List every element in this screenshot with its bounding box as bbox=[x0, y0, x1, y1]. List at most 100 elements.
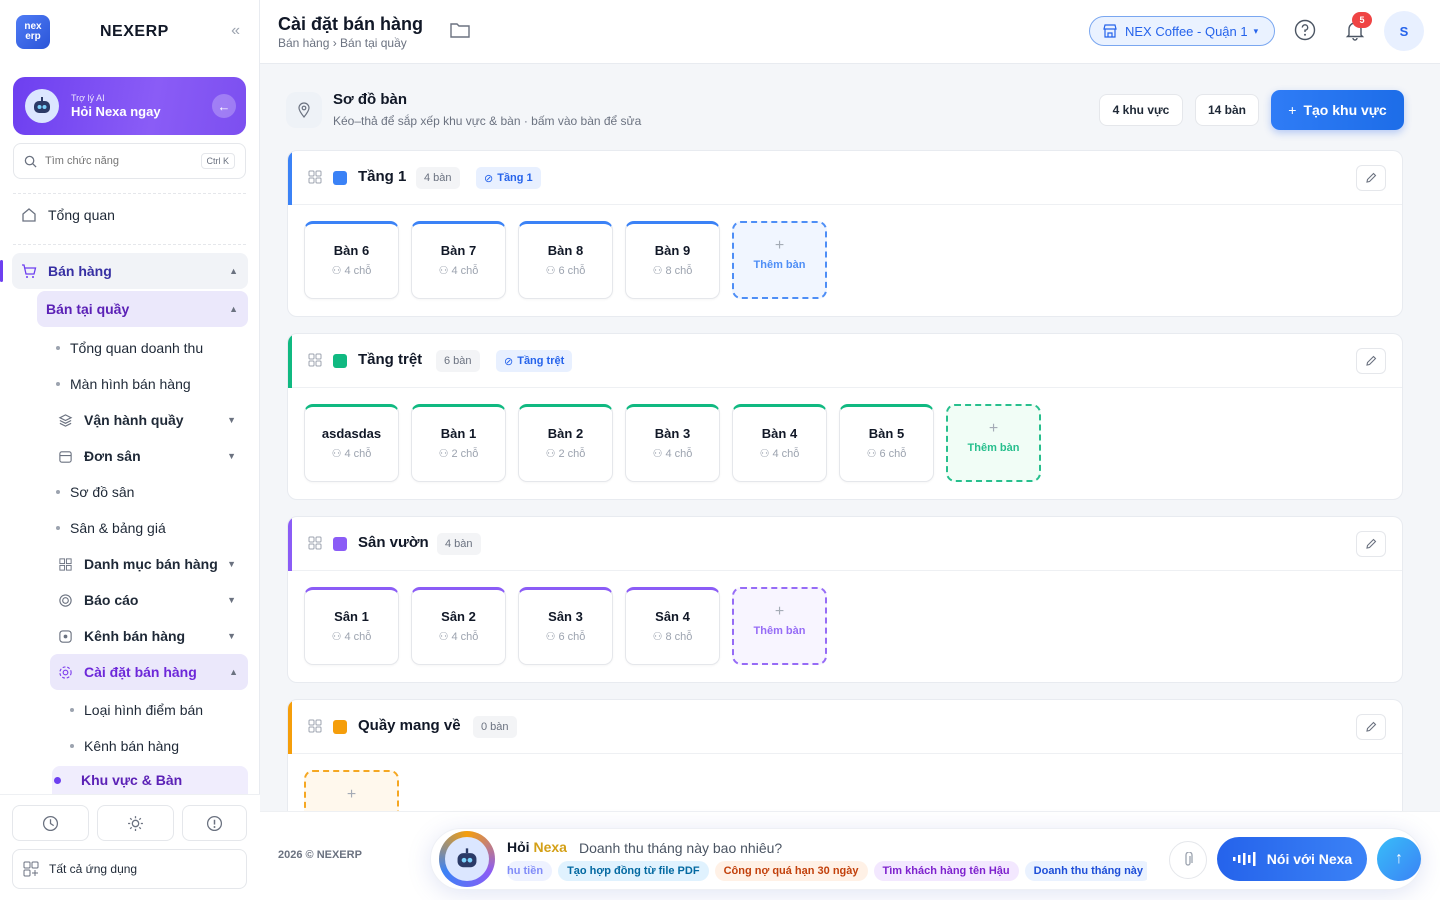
ai-assistant-card[interactable]: Trợ lý AI Hỏi Nexa ngay ← bbox=[13, 77, 246, 135]
zone-header: Tầng trệt 6 bàn ⊘ Tầng trệt bbox=[288, 334, 1402, 388]
suggestion-chips: hu tiền Tạo hợp đồng từ file PDF Công nợ q… bbox=[507, 861, 1147, 881]
people-icon: ⚇ bbox=[438, 448, 452, 460]
sidebar-item-sales-channels[interactable]: Kênh bán hàng bbox=[70, 728, 246, 764]
search-input[interactable] bbox=[45, 155, 195, 167]
sidebar-item-catalog[interactable]: Danh mục bán hàng ▼ bbox=[56, 546, 246, 582]
people-icon: ⚇ bbox=[545, 265, 559, 277]
edit-zone-button[interactable] bbox=[1356, 165, 1386, 191]
sidebar-item-pos[interactable]: Bán tại quầy ▲ bbox=[37, 291, 248, 327]
suggestion-chip[interactable]: hu tiền bbox=[507, 861, 553, 881]
theme-button[interactable] bbox=[97, 805, 174, 841]
table-name: Bàn 5 bbox=[868, 426, 905, 441]
history-button[interactable] bbox=[12, 805, 89, 841]
folder-icon[interactable] bbox=[450, 21, 470, 44]
sidebar-item-court-prices[interactable]: Sân & bảng giá bbox=[56, 510, 246, 546]
sidebar-item-sales-screen[interactable]: Màn hình bán hàng bbox=[56, 366, 246, 402]
zone-card[interactable]: Sân vườn 4 bàn Sân 1 ⚇ 4 chỗ Sân 2 ⚇ 4 chỗ Sân… bbox=[287, 516, 1403, 683]
sidebar-item-court-orders[interactable]: Đơn sân ▼ bbox=[56, 438, 246, 474]
sidebar-item-sales-settings[interactable]: Cài đặt bán hàng ▲ bbox=[50, 654, 248, 690]
nexa-question[interactable]: Doanh thu tháng này bao nhiêu? bbox=[579, 840, 782, 856]
page-title: Cài đặt bán hàng bbox=[278, 14, 424, 34]
table-name: Sân 2 bbox=[441, 609, 476, 624]
zone-color-swatch[interactable] bbox=[333, 171, 347, 185]
zone-tag: ⊘ Tầng 1 bbox=[476, 167, 541, 189]
send-button[interactable]: ↑ bbox=[1377, 837, 1421, 881]
nexa-avatar[interactable] bbox=[439, 831, 495, 887]
table-name: Bàn 8 bbox=[547, 243, 584, 258]
table-seats: ⚇ 6 chỗ bbox=[840, 447, 933, 460]
drag-handle-icon[interactable] bbox=[308, 719, 322, 738]
sidebar-item-counter-ops[interactable]: Vận hành quầy ▼ bbox=[56, 402, 246, 438]
edit-zone-button[interactable] bbox=[1356, 348, 1386, 374]
table-seats: ⚇ 4 chỗ bbox=[733, 447, 826, 460]
table-card[interactable]: Bàn 9 ⚇ 8 chỗ bbox=[625, 221, 720, 299]
add-table-button[interactable]: + Thêm bàn bbox=[732, 221, 827, 299]
copyright: 2026 © NEXERP bbox=[278, 849, 362, 861]
attach-icon[interactable] bbox=[1169, 841, 1207, 879]
collapse-sidebar-icon[interactable]: « bbox=[231, 22, 240, 40]
table-card[interactable]: Bàn 8 ⚇ 6 chỗ bbox=[518, 221, 613, 299]
zone-color-swatch[interactable] bbox=[333, 537, 347, 551]
cart-icon bbox=[20, 262, 38, 280]
create-zone-button[interactable]: + Tạo khu vực bbox=[1271, 90, 1404, 130]
zone-card[interactable]: Quầy mang về 0 bàn + bbox=[287, 699, 1403, 811]
bullet bbox=[56, 490, 60, 494]
notification-badge: 5 bbox=[1352, 12, 1372, 28]
suggestion-chip[interactable]: Công nợ quá hạn 30 ngày bbox=[714, 861, 868, 881]
add-table-button[interactable]: + bbox=[304, 770, 399, 811]
sidebar-item-court-map[interactable]: Sơ đồ sân bbox=[56, 474, 246, 510]
sidebar-item-revenue-overview[interactable]: Tổng quan doanh thu bbox=[56, 330, 246, 366]
sidebar-item-channels[interactable]: Kênh bán hàng ▼ bbox=[56, 618, 246, 654]
breadcrumb[interactable]: Bán hàng › Bán tại quầy bbox=[278, 36, 407, 50]
zone-name: Tầng trệt bbox=[358, 351, 423, 368]
zone-color-swatch[interactable] bbox=[333, 720, 347, 734]
table-card[interactable]: Sân 4 ⚇ 8 chỗ bbox=[625, 587, 720, 665]
add-table-button[interactable]: + Thêm bàn bbox=[732, 587, 827, 665]
edit-zone-button[interactable] bbox=[1356, 714, 1386, 740]
alert-button[interactable] bbox=[182, 805, 247, 841]
table-card[interactable]: Bàn 1 ⚇ 2 chỗ bbox=[411, 404, 506, 482]
suggestion-chip[interactable]: Tìm khách hàng tên Hậu bbox=[873, 861, 1019, 881]
edit-zone-button[interactable] bbox=[1356, 531, 1386, 557]
sidebar-item-areas-tables[interactable]: Khu vực & Bàn bbox=[52, 766, 248, 794]
suggestion-chip[interactable]: Doanh thu tháng này bbox=[1024, 861, 1147, 881]
sidebar-item-label: Kênh bán hàng bbox=[84, 628, 186, 644]
sidebar-item-label: Bán tại quầy bbox=[46, 301, 130, 317]
top-header: Cài đặt bán hàng Bán hàng › Bán tại quầy… bbox=[260, 0, 1440, 64]
table-card[interactable]: Bàn 5 ⚇ 6 chỗ bbox=[839, 404, 934, 482]
sidebar-item-overview[interactable]: Tổng quan bbox=[20, 197, 248, 233]
user-avatar[interactable]: S bbox=[1384, 11, 1424, 51]
drag-handle-icon[interactable] bbox=[308, 536, 322, 555]
drag-handle-icon[interactable] bbox=[308, 353, 322, 372]
table-card[interactable]: Bàn 6 ⚇ 4 chỗ bbox=[304, 221, 399, 299]
table-card[interactable]: Sân 2 ⚇ 4 chỗ bbox=[411, 587, 506, 665]
suggestion-chip[interactable]: Tạo hợp đồng từ file PDF bbox=[558, 861, 709, 881]
add-table-button[interactable]: + Thêm bàn bbox=[946, 404, 1041, 482]
sidebar-item-reports[interactable]: Báo cáo ▼ bbox=[56, 582, 246, 618]
bullet bbox=[56, 346, 60, 350]
zone-card[interactable]: Tầng 14 bàn ⊘ Tầng 1 Bàn 6 ⚇ 4 chỗ Bàn 7 ⚇ 4 c… bbox=[287, 150, 1403, 317]
talk-to-nexa-button[interactable]: Nói với Nexa bbox=[1217, 837, 1367, 881]
zone-card[interactable]: Tầng trệt 6 bàn ⊘ Tầng trệt asdasdas ⚇ 4 chỗ B… bbox=[287, 333, 1403, 500]
table-card[interactable]: Bàn 2 ⚇ 2 chỗ bbox=[518, 404, 613, 482]
arrow-left-icon[interactable]: ← bbox=[212, 94, 236, 118]
table-card[interactable]: asdasdas ⚇ 4 chỗ bbox=[304, 404, 399, 482]
table-card[interactable]: Bàn 4 ⚇ 4 chỗ bbox=[732, 404, 827, 482]
help-icon[interactable] bbox=[1294, 19, 1316, 46]
store-icon bbox=[1103, 24, 1117, 38]
table-card[interactable]: Bàn 3 ⚇ 4 chỗ bbox=[625, 404, 720, 482]
table-card[interactable]: Bàn 7 ⚇ 4 chỗ bbox=[411, 221, 506, 299]
table-seats: ⚇ 4 chỗ bbox=[412, 264, 505, 277]
all-apps-button[interactable]: Tất cả ứng dụng bbox=[12, 849, 247, 889]
zone-color-swatch[interactable] bbox=[333, 354, 347, 368]
sidebar-item-sales[interactable]: Bán hàng ▲ bbox=[12, 253, 248, 289]
drag-handle-icon[interactable] bbox=[308, 170, 322, 189]
table-card[interactable]: Sân 1 ⚇ 4 chỗ bbox=[304, 587, 399, 665]
branch-selector[interactable]: NEX Coffee - Quận 1 ▾ bbox=[1089, 16, 1275, 46]
bullet bbox=[56, 382, 60, 386]
search-icon bbox=[24, 155, 37, 168]
table-card[interactable]: Sân 3 ⚇ 6 chỗ bbox=[518, 587, 613, 665]
app-logo[interactable]: nex erp bbox=[16, 15, 50, 49]
table-seats-value: 4 chỗ bbox=[772, 448, 800, 460]
sidebar-item-store-types[interactable]: Loại hình điểm bán bbox=[70, 692, 246, 728]
